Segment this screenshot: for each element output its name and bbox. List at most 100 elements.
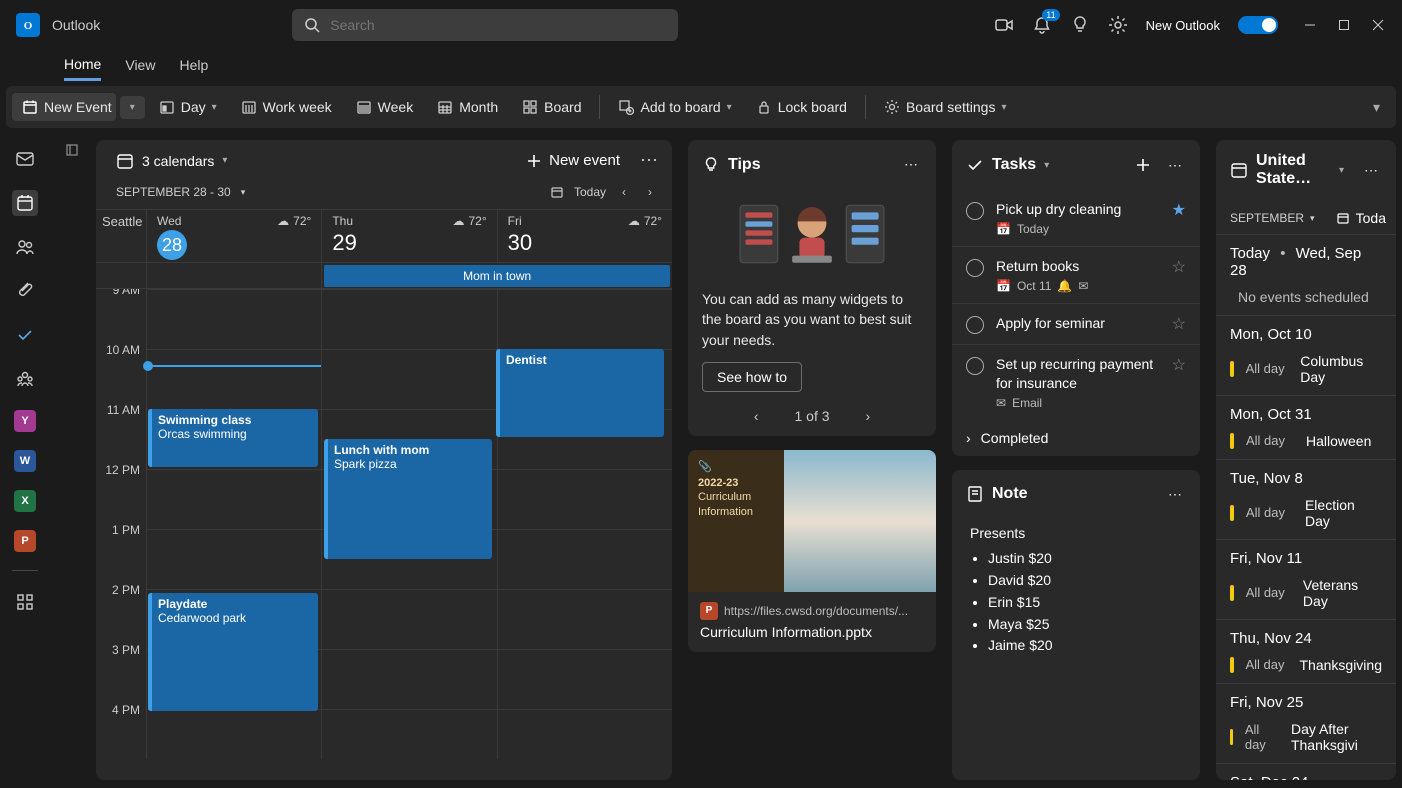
calendar-day-header[interactable]: Thu☁72° 29 [321,210,496,263]
hour-cell[interactable] [497,469,672,529]
tasks-more-icon[interactable]: ⋯ [1164,153,1186,178]
chevron-down-icon[interactable]: ▾ [1339,165,1344,176]
calendar-prev-button[interactable]: ‹ [616,183,632,201]
task-complete-toggle[interactable] [966,202,984,220]
tips-prev-button[interactable]: ‹ [754,408,759,424]
window-maximize-icon[interactable] [1336,17,1352,33]
calendar-count-label[interactable]: 3 calendars [142,153,214,169]
hour-cell[interactable] [497,529,672,589]
ribbon-expand-icon[interactable]: ▾ [1373,99,1380,116]
task-complete-toggle[interactable] [966,316,984,334]
nav-calendar[interactable] [12,190,38,216]
nav-yammer[interactable]: Y [14,410,36,432]
chevron-down-icon[interactable]: ▾ [241,187,246,198]
completed-toggle[interactable]: › Completed [952,420,1200,456]
hour-cell[interactable] [321,709,496,759]
work-week-view-button[interactable]: Work week [231,93,342,121]
hour-cell[interactable] [146,349,321,409]
holiday-event[interactable]: All dayThanksgiving [1216,651,1396,683]
calendar-event[interactable]: Lunch with momSpark pizza [324,439,492,559]
task-complete-toggle[interactable] [966,357,984,375]
month-view-button[interactable]: Month [427,93,508,121]
holiday-event[interactable]: All dayDay After Thanksgivi [1216,715,1396,763]
nav-powerpoint[interactable]: P [14,530,36,552]
hour-cell[interactable] [146,289,321,349]
calendar-month-range[interactable]: SEPTEMBER 28 - 30 [116,185,231,199]
calendar-more-icon[interactable]: ⋯ [640,150,658,171]
holiday-event[interactable]: All dayElection Day [1216,491,1396,539]
add-to-board-button[interactable]: Add to board▾ [608,93,741,121]
new-event-dropdown[interactable]: ▾ [120,96,145,119]
hour-cell[interactable] [497,589,672,649]
tab-home[interactable]: Home [64,56,101,81]
hour-cell[interactable] [321,649,496,709]
task-item[interactable]: Pick up dry cleaning 📅Today ★ [952,190,1200,247]
nav-mail[interactable] [12,146,38,172]
search-input[interactable] [330,17,666,33]
task-star-button[interactable]: ☆ [1172,314,1186,334]
new-event-button[interactable]: New Event [12,93,116,121]
holidays-today-button[interactable]: Toda [1336,210,1386,226]
nav-groups[interactable] [12,366,38,392]
holiday-event[interactable]: All dayColumbus Day [1216,347,1396,395]
task-star-button[interactable]: ★ [1172,200,1186,220]
calendar-event[interactable]: Swimming classOrcas swimming [148,409,318,467]
nav-files[interactable] [12,278,38,304]
calendar-new-event-button[interactable]: New event [525,152,620,170]
hour-cell[interactable] [146,529,321,589]
holidays-title[interactable]: United State… [1256,152,1331,188]
task-item[interactable]: Apply for seminar ☆ [952,304,1200,345]
file-card[interactable]: 📎 2022-23 Curriculum Information Phttps:… [688,450,936,652]
hour-cell[interactable] [497,649,672,709]
holiday-event[interactable]: All dayHalloween [1216,427,1396,459]
task-complete-toggle[interactable] [966,259,984,277]
nav-people[interactable] [12,234,38,260]
calendar-event[interactable]: PlaydateCedarwood park [148,593,318,711]
task-star-button[interactable]: ☆ [1172,355,1186,375]
hour-cell[interactable] [146,469,321,529]
hour-cell[interactable] [321,589,496,649]
allday-cell[interactable] [146,263,321,289]
hour-cell[interactable] [497,289,672,349]
holidays-more-icon[interactable]: ⋯ [1360,158,1382,183]
calendar-day-header[interactable]: Wed☁72° 28 [146,210,321,263]
task-star-button[interactable]: ☆ [1172,257,1186,277]
window-minimize-icon[interactable] [1302,17,1318,33]
calendar-event[interactable]: Dentist [496,349,664,437]
calendar-next-button[interactable]: › [642,183,658,201]
hour-cell[interactable] [497,709,672,759]
board-view-button[interactable]: Board [512,93,591,121]
nav-more-apps[interactable] [12,589,38,615]
nav-word[interactable]: W [14,450,36,472]
note-more-icon[interactable]: ⋯ [1164,482,1186,507]
week-view-button[interactable]: Week [346,93,424,121]
note-body[interactable]: Presents Justin $20 David $20 Erin $15 M… [952,519,1200,673]
hour-cell[interactable] [321,289,496,349]
collapse-handle-icon[interactable] [66,140,80,780]
calendar-today-button[interactable]: Today [574,185,606,199]
hour-cell[interactable] [321,349,496,409]
calendar-event-allday[interactable]: Mom in town [324,265,670,287]
see-how-button[interactable]: See how to [702,362,802,392]
notifications-icon[interactable]: 11 [1032,15,1052,35]
add-task-button[interactable] [1130,152,1156,178]
hour-cell[interactable] [146,709,321,759]
board-settings-button[interactable]: Board settings▾ [874,93,1017,121]
tips-more-icon[interactable]: ⋯ [900,152,922,177]
chevron-down-icon[interactable]: ▾ [222,155,227,166]
search-box[interactable] [292,9,678,41]
holiday-event[interactable]: All dayVeterans Day [1216,571,1396,619]
tab-view[interactable]: View [125,57,155,79]
tab-help[interactable]: Help [179,57,208,79]
chevron-down-icon[interactable]: ▾ [1044,160,1049,171]
task-item[interactable]: Return books 📅Oct 11🔔✉ ☆ [952,247,1200,304]
meet-now-icon[interactable] [994,15,1014,35]
new-outlook-toggle[interactable] [1238,16,1278,34]
lightbulb-icon[interactable] [1070,15,1090,35]
window-close-icon[interactable] [1370,17,1386,33]
calendar-day-header[interactable]: Fri☁72° 30 [497,210,672,263]
nav-todo[interactable] [12,322,38,348]
settings-icon[interactable] [1108,15,1128,35]
allday-cell[interactable]: Mom in town [321,263,672,289]
tips-next-button[interactable]: › [866,408,871,424]
